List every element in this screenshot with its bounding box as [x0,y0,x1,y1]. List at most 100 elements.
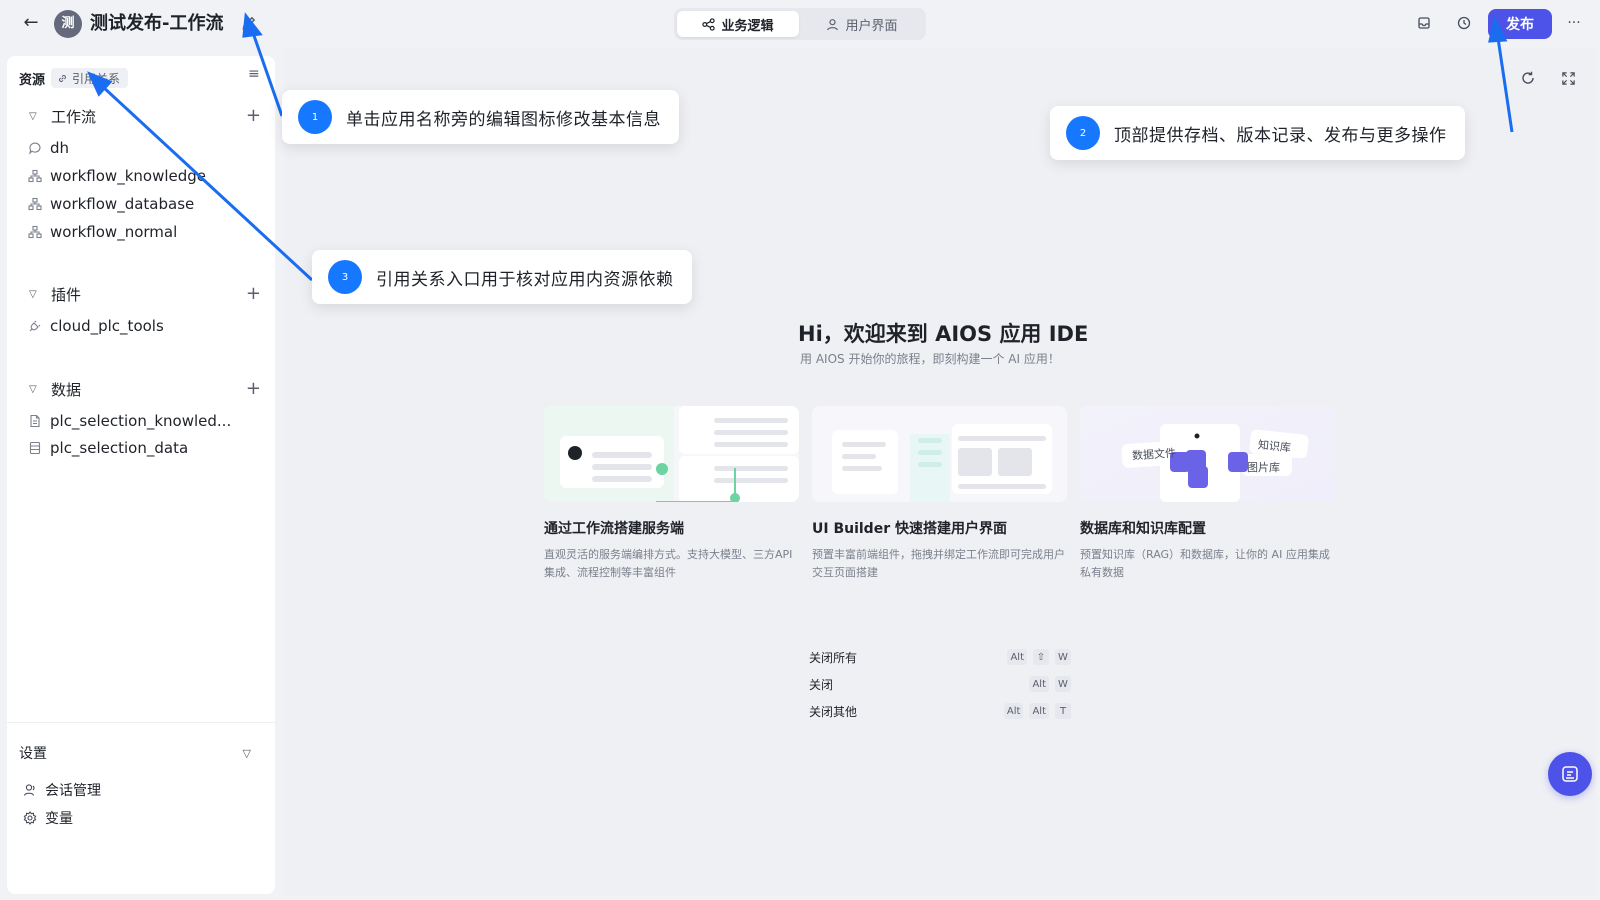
item-label: plc_selection_data [50,439,189,457]
workflow-icon [28,197,42,211]
section-title: 工作流 [51,107,97,126]
feature-card-workflow[interactable]: 通过工作流搭建服务端 直观灵活的服务端编排方式。支持大模型、三方API集成、流程… [544,406,799,582]
shortcut-key: Alt [1029,676,1049,692]
archive-icon[interactable] [1414,13,1434,33]
item-label: plc_selection_knowled... [50,412,232,430]
feature-card-database[interactable]: 数据文件 知识库 图片库 数据库和知识库配置 预置知识库（RAG）和数据库，让你… [1080,406,1335,582]
annotation-text: 引用关系入口用于核对应用内资源依赖 [376,269,674,290]
list-item[interactable]: workflow_database [28,192,194,216]
tab-label: 用户界面 [845,18,898,34]
chevron-down-icon: ▽ [29,288,37,300]
history-icon[interactable] [1454,13,1474,33]
gear-icon [23,811,37,825]
mode-switch: 业务逻辑 用户界面 [674,8,926,40]
shortcut-name: 关闭所有 [809,650,858,665]
back-arrow-icon[interactable]: ← [20,12,42,34]
welcome-title: Hi，欢迎来到 AIOS 应用 IDE [798,322,1089,346]
item-label: workflow_normal [50,223,178,241]
chevron-down-icon: ▽ [29,110,37,122]
shortcut-key: Alt [1007,649,1027,665]
workflow-icon [28,225,42,239]
sidebar-menu-icon[interactable]: ≡ [248,66,260,82]
chevron-down-icon: ▽ [29,383,37,395]
annotation-callout-2: 2 顶部提供存档、版本记录、发布与更多操作 [1050,106,1465,160]
resources-label: 资源 [19,72,46,88]
app-title: 测试发布-工作流 [90,13,224,34]
list-item[interactable]: plc_selection_data [28,436,188,460]
refresh-icon[interactable] [1518,68,1538,88]
item-label: cloud_plc_tools [50,317,164,335]
share-icon [702,17,716,31]
settings-header[interactable]: 设置 ▽ [19,743,251,763]
shortcut-name: 关闭 [809,677,834,692]
add-workflow-icon[interactable]: + [246,107,261,125]
conversation-icon [23,784,35,796]
tab-label: 业务逻辑 [721,18,774,34]
shortcut-close-others: 关闭其他 Alt Alt T [809,702,1071,720]
knowledge-base-tag: 知识库 [1257,438,1292,455]
section-title: 插件 [51,285,82,304]
section-plugins[interactable]: ▽ 插件 + [29,282,261,306]
references-label: 引用关系 [72,71,121,86]
item-label: workflow_database [50,195,195,213]
shortcut-key: Alt [1029,703,1049,719]
settings-title: 设置 [19,746,47,762]
list-item[interactable]: dh [28,136,69,160]
shortcut-key: W [1055,676,1071,692]
card-description: 预置丰富前端组件，拖拽并绑定工作流即可完成用户交互页面搭建 [812,548,1065,579]
tab-user-interface[interactable]: 用户界面 [801,11,923,37]
shortcut-name: 关闭其他 [809,704,858,719]
list-item[interactable]: cloud_plc_tools [28,314,164,338]
card-title: 通过工作流搭建服务端 [544,521,684,537]
card-description: 直观灵活的服务端编排方式。支持大模型、三方API集成、流程控制等丰富组件 [544,548,793,579]
annotation-number: 1 [298,100,332,134]
annotation-text: 顶部提供存档、版本记录、发布与更多操作 [1114,125,1447,146]
ai-assistant-button[interactable] [1548,752,1592,796]
list-item[interactable]: workflow_normal [28,220,177,244]
more-icon[interactable]: ··· [1564,13,1584,33]
list-item[interactable]: plc_selection_knowled... [28,409,231,433]
card-description: 预置知识库（RAG）和数据库，让你的 AI 应用集成私有数据 [1080,548,1330,579]
references-button[interactable]: 引用关系 [51,68,129,88]
add-plugin-icon[interactable]: + [246,285,261,303]
shortcut-key: Alt [1003,703,1024,719]
shortcut-key: T [1055,703,1071,719]
main-canvas: Hi，欢迎来到 AIOS 应用 IDE 用 AIOS 开始你的旅程，即刻构建一个… [284,48,1596,896]
section-workflow[interactable]: ▽ 工作流 + [29,104,261,128]
ui-builder-illustration [812,406,1067,502]
settings-item-label: 变量 [45,811,73,827]
item-label: dh [50,139,70,157]
plugin-icon [29,320,41,332]
top-bar: ← 测 测试发布-工作流 业务逻辑 用户界面 发布 ··· [0,0,1600,46]
section-data[interactable]: ▽ 数据 + [29,377,261,401]
user-icon [827,18,839,30]
fullscreen-icon[interactable] [1558,68,1578,88]
sidebar-header: 资源 引用关系 [19,66,129,90]
shortcut-close-all: 关闭所有 Alt ⇧ W [809,648,1071,666]
chevron-down-icon: ▽ [242,746,251,760]
chat-icon [29,142,41,155]
assistant-icon [1562,766,1578,782]
document-icon [30,414,40,428]
tab-business-logic[interactable]: 业务逻辑 [677,11,799,37]
edit-icon[interactable] [240,14,258,32]
card-title: 数据库和知识库配置 [1080,521,1206,537]
link-icon [59,74,66,82]
feature-card-ui-builder[interactable]: UI Builder 快速搭建用户界面 预置丰富前端组件，拖拽并绑定工作流即可完… [812,406,1067,582]
annotation-callout-3: 3 引用关系入口用于核对应用内资源依赖 [312,250,692,304]
list-item[interactable]: workflow_knowledge [28,164,206,188]
shortcut-key: ⇧ [1033,649,1049,665]
settings-item-variables[interactable]: 变量 [23,808,73,828]
settings-item-label: 会话管理 [45,783,101,799]
annotation-number: 3 [328,260,362,294]
add-data-icon[interactable]: + [246,380,261,398]
image-library-tag: 图片库 [1247,461,1280,474]
publish-button[interactable]: 发布 [1488,9,1552,39]
welcome-subtitle: 用 AIOS 开始你的旅程，即刻构建一个 AI 应用！ [800,352,1060,366]
settings-item-conversations[interactable]: 会话管理 [23,780,101,800]
shortcut-key: W [1055,649,1071,665]
item-label: workflow_knowledge [50,167,206,185]
workflow-illustration [544,406,799,502]
workflow-icon [28,169,42,183]
shortcut-close: 关闭 Alt W [809,675,1071,693]
